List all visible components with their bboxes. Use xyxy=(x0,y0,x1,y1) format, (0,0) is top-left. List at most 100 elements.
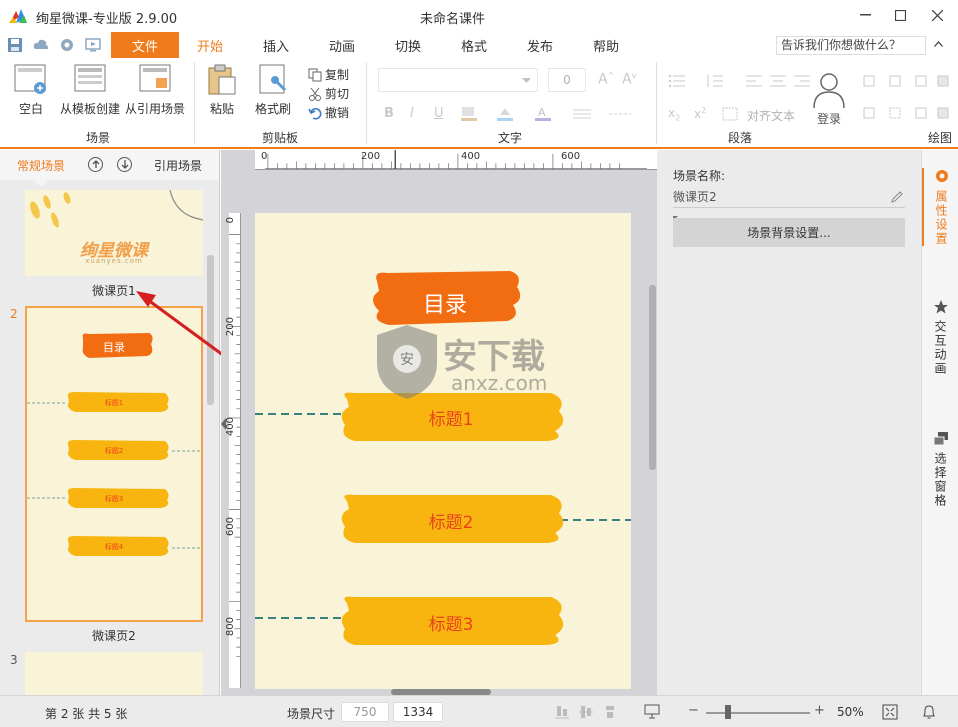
collapse-ribbon-button[interactable] xyxy=(934,37,943,50)
scene-name-field[interactable]: 微课页2 xyxy=(673,188,905,208)
tab-reference-scenes[interactable]: 引用场景 xyxy=(154,157,202,174)
highlight-color-icon[interactable] xyxy=(496,106,514,122)
increase-font-icon[interactable]: A^ xyxy=(598,71,614,88)
zoom-level: 50% xyxy=(837,705,864,719)
rail-properties[interactable]: 属性设置 xyxy=(922,168,958,246)
gear-icon[interactable] xyxy=(59,37,75,53)
page-info: 第 2 张 共 5 张 xyxy=(45,707,128,721)
bring-forward-icon[interactable] xyxy=(914,74,928,88)
zoom-slider-knob[interactable] xyxy=(725,705,731,719)
tab-insert[interactable]: 插入 xyxy=(248,32,304,58)
watermark-sub: anxz.com xyxy=(451,371,548,395)
bullet-list-icon[interactable] xyxy=(668,74,686,88)
minimize-button[interactable] xyxy=(856,6,874,24)
superscript-icon[interactable]: x2 xyxy=(694,106,706,121)
send-backward-icon[interactable] xyxy=(936,74,950,88)
italic-icon[interactable]: I xyxy=(410,106,414,121)
dash-style-icon[interactable] xyxy=(608,107,632,121)
preview-icon[interactable] xyxy=(85,37,101,53)
align-middle-icon[interactable] xyxy=(578,704,594,720)
maximize-icon xyxy=(894,9,906,21)
presentation-icon[interactable] xyxy=(644,703,660,719)
scene-height-input[interactable]: 1334 xyxy=(393,702,443,722)
status-bar: 第 2 张 共 5 张 场景尺寸 750 1334 − + 50% xyxy=(0,695,958,727)
paste-button[interactable]: 粘贴 xyxy=(206,64,238,117)
distribute-icon[interactable] xyxy=(888,74,902,88)
font-family-select[interactable] xyxy=(378,68,538,92)
login-button[interactable]: 登录 xyxy=(810,72,848,127)
align-left-icon[interactable] xyxy=(746,74,762,88)
copy-button[interactable]: 复制 xyxy=(308,66,349,83)
underline-icon[interactable]: U xyxy=(434,106,444,121)
line-spacing-icon[interactable] xyxy=(706,74,724,88)
ruler-v-label: 800 xyxy=(225,617,236,637)
font-color-icon[interactable]: A xyxy=(534,106,552,122)
align-bottom-icon[interactable] xyxy=(554,704,570,720)
cloud-icon[interactable] xyxy=(33,37,49,53)
align-center-icon[interactable] xyxy=(770,74,786,88)
canvas-area[interactable]: 0 200 400 600 0 200 400 600 800 目录 安 安下载… xyxy=(221,150,657,695)
right-rail: 属性设置 交互动画 选择窗格 xyxy=(921,150,958,695)
tab-start[interactable]: 开始 xyxy=(182,32,238,58)
ungroup-icon[interactable] xyxy=(914,106,928,120)
ribbon-separator xyxy=(194,62,195,144)
rail-selection-pane[interactable]: 选择窗格 xyxy=(922,432,958,508)
collapse-left-panel-icon[interactable] xyxy=(221,418,227,430)
align-right-icon[interactable] xyxy=(794,74,810,88)
slide-thumbnail-1[interactable]: 绚星微课 xuanyes.com xyxy=(25,190,203,276)
tab-publish[interactable]: 发布 xyxy=(512,32,568,58)
tab-normal-scenes[interactable]: 常规场景 xyxy=(17,157,65,174)
save-icon[interactable] xyxy=(7,37,23,53)
zoom-out-button[interactable]: − xyxy=(688,703,699,718)
subscript-icon[interactable]: x2 xyxy=(668,106,680,122)
fill-color-icon[interactable] xyxy=(460,106,478,122)
canvas-vertical-scrollbar[interactable] xyxy=(649,285,656,470)
from-template-button[interactable]: 从模板创建 xyxy=(60,64,120,117)
cut-button[interactable]: 剪切 xyxy=(308,85,349,102)
heading-1[interactable]: 标题1 xyxy=(351,405,551,430)
bell-icon[interactable] xyxy=(922,704,936,720)
move-down-button[interactable] xyxy=(117,157,132,172)
align-text-dropdown[interactable]: 对齐文本 xyxy=(747,107,795,124)
svg-text:A: A xyxy=(538,106,546,119)
format-painter-button[interactable]: 格式刷 xyxy=(255,64,291,117)
maximize-button[interactable] xyxy=(891,6,909,24)
close-button[interactable] xyxy=(928,6,946,24)
tab-animation[interactable]: 动画 xyxy=(314,32,370,58)
move-up-button[interactable] xyxy=(88,157,103,172)
heading-2[interactable]: 标题2 xyxy=(351,508,551,533)
zoom-slider-track[interactable] xyxy=(706,712,810,714)
scene-width-input[interactable]: 750 xyxy=(341,702,389,722)
layer-icon[interactable] xyxy=(936,106,950,120)
tab-transition[interactable]: 切换 xyxy=(380,32,436,58)
tab-format[interactable]: 格式 xyxy=(446,32,502,58)
tab-help[interactable]: 帮助 xyxy=(578,32,634,58)
font-size-input[interactable]: 0 xyxy=(548,68,586,92)
heading-3[interactable]: 标题3 xyxy=(351,610,551,635)
help-search-input[interactable]: 告诉我们你想做什么？ xyxy=(776,36,926,55)
rail-interaction[interactable]: 交互动画 xyxy=(922,300,958,376)
user-icon xyxy=(813,73,845,109)
zoom-in-button[interactable]: + xyxy=(814,703,825,718)
group-icon[interactable] xyxy=(888,106,902,120)
page-title[interactable]: 目录 xyxy=(365,287,525,319)
blank-scene-button[interactable]: 空白 xyxy=(14,64,48,117)
rotate-icon[interactable] xyxy=(862,106,876,120)
line-style-icon[interactable] xyxy=(572,107,592,121)
slide-thumbnail-3[interactable] xyxy=(25,652,203,695)
fit-screen-icon[interactable] xyxy=(882,704,898,720)
text-group-label: 文字 xyxy=(498,131,523,145)
scene-page[interactable]: 目录 安 安下载 anxz.com 标题1 标题2 标题3 xyxy=(255,213,631,689)
from-reference-button[interactable]: 从引用场景 xyxy=(125,64,185,117)
edit-pencil-icon[interactable] xyxy=(891,191,903,203)
bold-icon[interactable]: B xyxy=(384,106,394,121)
text-direction-icon[interactable] xyxy=(722,107,738,121)
align-top-icon[interactable] xyxy=(602,704,618,720)
undo-button[interactable]: 撤销 xyxy=(308,104,349,121)
scene-background-settings-button[interactable]: 场景背景设置... xyxy=(673,218,905,247)
decrease-font-icon[interactable]: Av xyxy=(622,71,636,88)
align-objects-icon[interactable] xyxy=(862,74,876,88)
copy-icon xyxy=(308,68,322,81)
file-menu-button[interactable]: 文件 xyxy=(111,32,179,58)
horizontal-ruler xyxy=(255,150,657,170)
